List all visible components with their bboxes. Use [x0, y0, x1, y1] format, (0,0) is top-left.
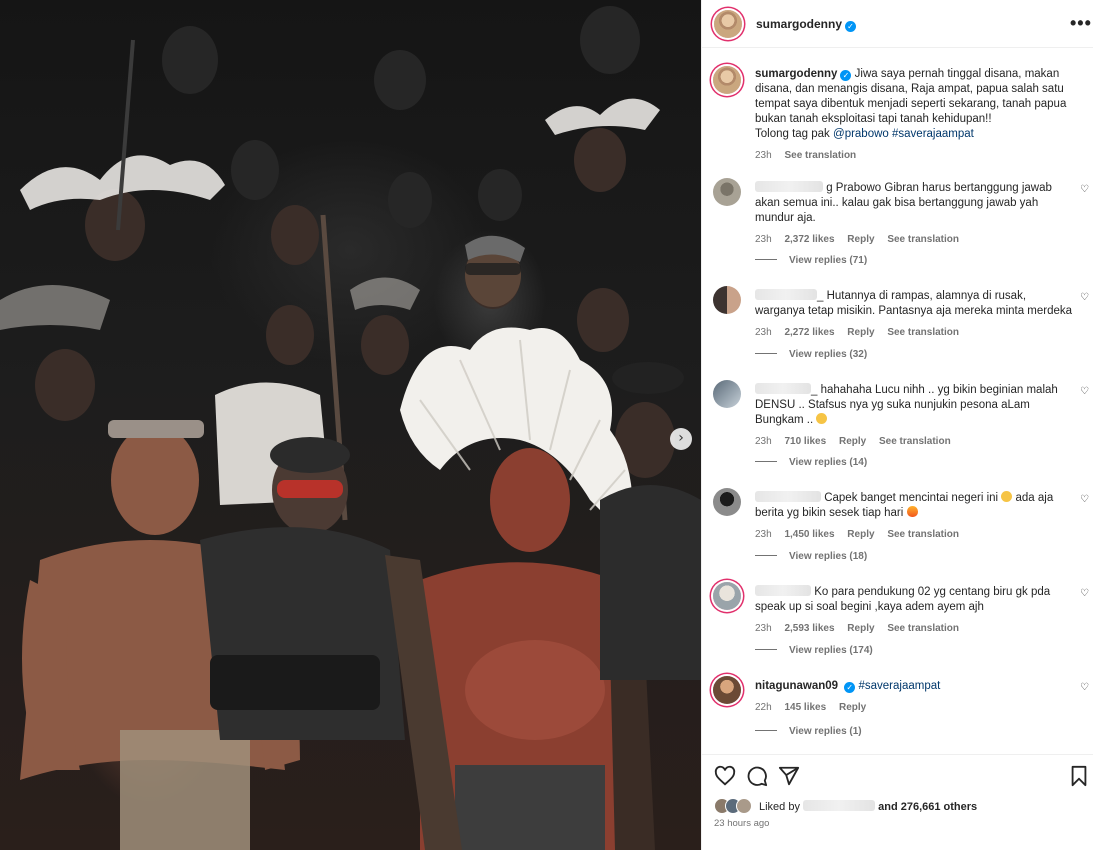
- heart-icon[interactable]: ♡: [1080, 184, 1089, 195]
- view-replies-button[interactable]: View replies (32): [755, 349, 867, 360]
- comments-list[interactable]: sumargodenny ✓ Jiwa saya pernah tinggal d…: [702, 48, 1093, 754]
- post-header: sumargodenny ✓ •••: [702, 0, 1093, 48]
- view-replies-button[interactable]: View replies (18): [755, 551, 867, 562]
- view-replies-button[interactable]: View replies (174): [755, 645, 873, 656]
- mention-link[interactable]: @prabowo: [833, 128, 889, 140]
- action-bar: Liked by and 276,661 others 23 hours ago: [702, 754, 1093, 850]
- fire-emoji-icon: [906, 506, 918, 517]
- comment-time[interactable]: 22h: [755, 702, 772, 713]
- avatar[interactable]: [713, 488, 741, 516]
- see-translation-button[interactable]: See translation: [887, 623, 959, 634]
- share-icon[interactable]: [778, 765, 800, 787]
- heart-icon[interactable]: ♡: [1080, 494, 1089, 505]
- more-options-icon[interactable]: •••: [1070, 12, 1092, 34]
- heart-icon[interactable]: ♡: [1080, 682, 1089, 693]
- post-photo[interactable]: ›: [0, 0, 701, 850]
- liked-by-avatars: [714, 798, 758, 814]
- see-translation-button[interactable]: See translation: [784, 150, 856, 161]
- view-replies-button[interactable]: View replies (14): [755, 457, 867, 468]
- redacted-username: [755, 491, 821, 502]
- avatar: [736, 798, 752, 814]
- photo-illustration: [0, 6, 701, 850]
- heart-icon[interactable]: ♡: [1080, 386, 1089, 397]
- comment-username[interactable]: nitagunawan09: [755, 680, 838, 692]
- heart-icon[interactable]: [714, 765, 736, 787]
- bookmark-icon[interactable]: [1068, 765, 1090, 787]
- caption-username[interactable]: sumargodenny: [755, 68, 837, 80]
- likes-count[interactable]: 1,450 likes: [784, 529, 834, 540]
- avatar[interactable]: [714, 10, 742, 38]
- post-side-panel: sumargodenny ✓ ••• sumargodenny ✓ Jiwa say…: [701, 0, 1093, 850]
- likes-total[interactable]: and 276,661 others: [878, 801, 977, 813]
- avatar[interactable]: [713, 286, 741, 314]
- post-timestamp[interactable]: 23 hours ago: [714, 818, 769, 829]
- comment-time[interactable]: 23h: [755, 623, 772, 634]
- heart-icon[interactable]: ♡: [1080, 292, 1089, 303]
- caption-time[interactable]: 23h: [755, 150, 772, 161]
- verified-badge-icon: ✓: [840, 70, 852, 81]
- redacted-username: [803, 800, 876, 811]
- redacted-username: [755, 383, 811, 394]
- avatar[interactable]: [713, 380, 741, 408]
- comment-text: Capek banget mencintai negeri ini: [824, 492, 999, 504]
- reply-button[interactable]: Reply: [847, 623, 874, 634]
- likes-count[interactable]: 2,272 likes: [784, 327, 834, 338]
- emoji-icon: [816, 413, 828, 424]
- heart-icon[interactable]: ♡: [1080, 588, 1089, 599]
- avatar[interactable]: [713, 178, 741, 206]
- reply-button[interactable]: Reply: [847, 529, 874, 540]
- redacted-username: [755, 289, 817, 300]
- comment-time[interactable]: 23h: [755, 234, 772, 245]
- hashtag-link[interactable]: #saverajaampat: [892, 128, 974, 140]
- liked-by-label: Liked by: [759, 801, 800, 813]
- caption-tag-prefix: Tolong tag pak: [755, 128, 830, 140]
- avatar[interactable]: [713, 66, 741, 94]
- verified-badge-icon: ✓: [845, 21, 857, 32]
- reply-button[interactable]: Reply: [847, 327, 874, 338]
- author-username[interactable]: sumargodenny: [756, 17, 842, 31]
- redacted-username: [755, 181, 823, 192]
- avatar[interactable]: [713, 582, 741, 610]
- view-replies-button[interactable]: View replies (71): [755, 255, 867, 266]
- avatar[interactable]: [713, 676, 741, 704]
- comment-icon[interactable]: [746, 765, 768, 787]
- see-translation-button[interactable]: See translation: [887, 327, 959, 338]
- see-translation-button[interactable]: See translation: [879, 436, 951, 447]
- emoji-icon: [1001, 491, 1013, 502]
- reply-button[interactable]: Reply: [847, 234, 874, 245]
- comment-time[interactable]: 23h: [755, 529, 772, 540]
- reply-button[interactable]: Reply: [839, 436, 866, 447]
- reply-button[interactable]: Reply: [839, 702, 866, 713]
- comment-time[interactable]: 23h: [755, 327, 772, 338]
- likes-count[interactable]: 2,372 likes: [784, 234, 834, 245]
- likes-count[interactable]: 145 likes: [784, 702, 826, 713]
- chevron-right-icon[interactable]: ›: [670, 428, 692, 450]
- redacted-username: [755, 585, 811, 596]
- likes-count[interactable]: 710 likes: [784, 436, 826, 447]
- likes-count[interactable]: 2,593 likes: [784, 623, 834, 634]
- see-translation-button[interactable]: See translation: [887, 529, 959, 540]
- view-replies-button[interactable]: View replies (1): [755, 726, 862, 737]
- hashtag-link[interactable]: #saverajaampat: [858, 680, 940, 692]
- see-translation-button[interactable]: See translation: [887, 234, 959, 245]
- verified-badge-icon: ✓: [844, 682, 856, 693]
- comment-time[interactable]: 23h: [755, 436, 772, 447]
